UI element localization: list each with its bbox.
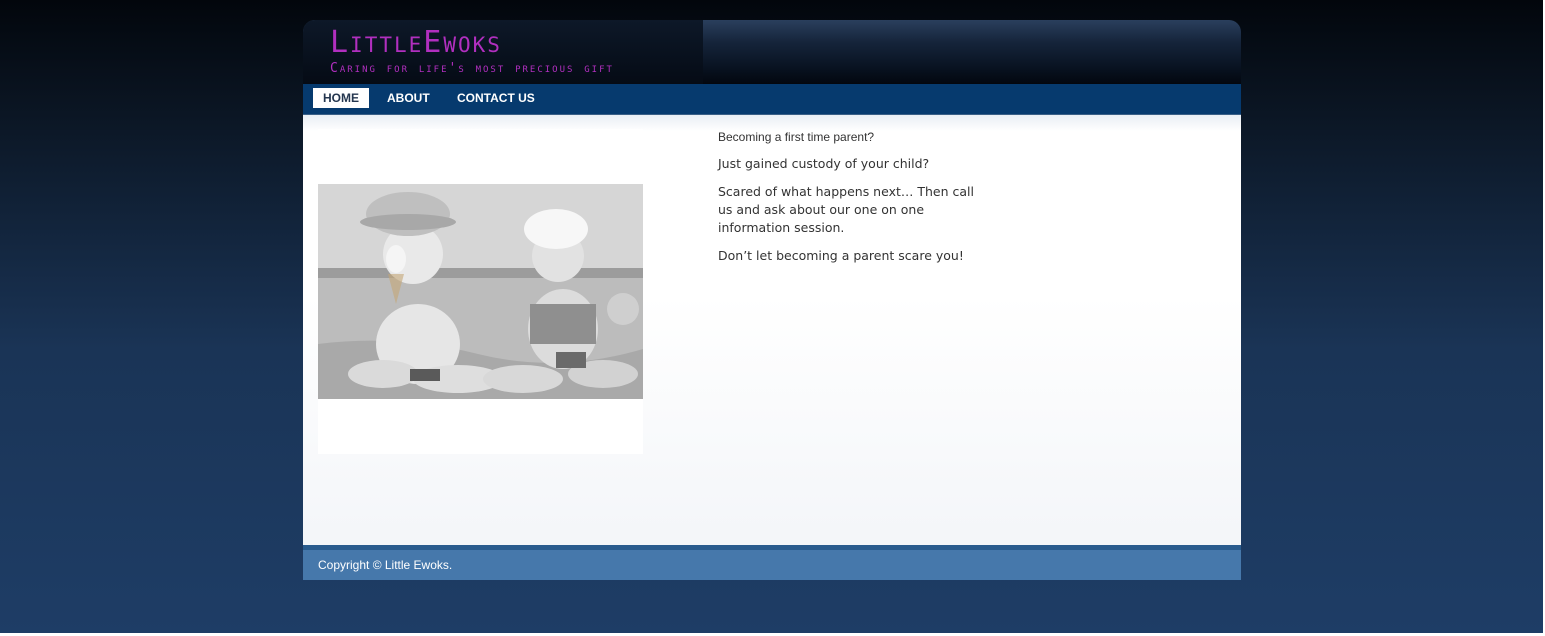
toddlers-illustration: [318, 184, 643, 399]
intro-reassurance: Don’t let becoming a parent scare you!: [718, 248, 964, 263]
nav-item-home[interactable]: HOME: [313, 88, 369, 108]
photo-frame: [318, 129, 643, 454]
copyright-text: Copyright © Little Ewoks.: [318, 558, 453, 572]
nav-item-about[interactable]: ABOUT: [377, 88, 440, 108]
intro-text: Becoming a first time parent? Just gaine…: [718, 130, 978, 275]
site-tagline: Caring for life's most precious gift: [330, 61, 614, 76]
main-content: Becoming a first time parent? Just gaine…: [303, 115, 1241, 545]
toddlers-beach-photo: [318, 184, 643, 399]
site-footer: Copyright © Little Ewoks.: [303, 550, 1241, 580]
nav-item-contact-us[interactable]: CONTACT US: [447, 88, 545, 108]
intro-call-to-action: Scared of what happens next… Then call u…: [718, 184, 974, 235]
site-container: LittleEwoks Caring for life's most preci…: [303, 20, 1241, 580]
main-nav: HOME ABOUT CONTACT US: [303, 84, 1241, 115]
site-logo[interactable]: LittleEwoks: [330, 24, 502, 62]
site-header: LittleEwoks Caring for life's most preci…: [303, 20, 1241, 84]
intro-question-2: Just gained custody of your child?: [718, 156, 930, 171]
intro-question-1: Becoming a first time parent?: [718, 130, 875, 144]
